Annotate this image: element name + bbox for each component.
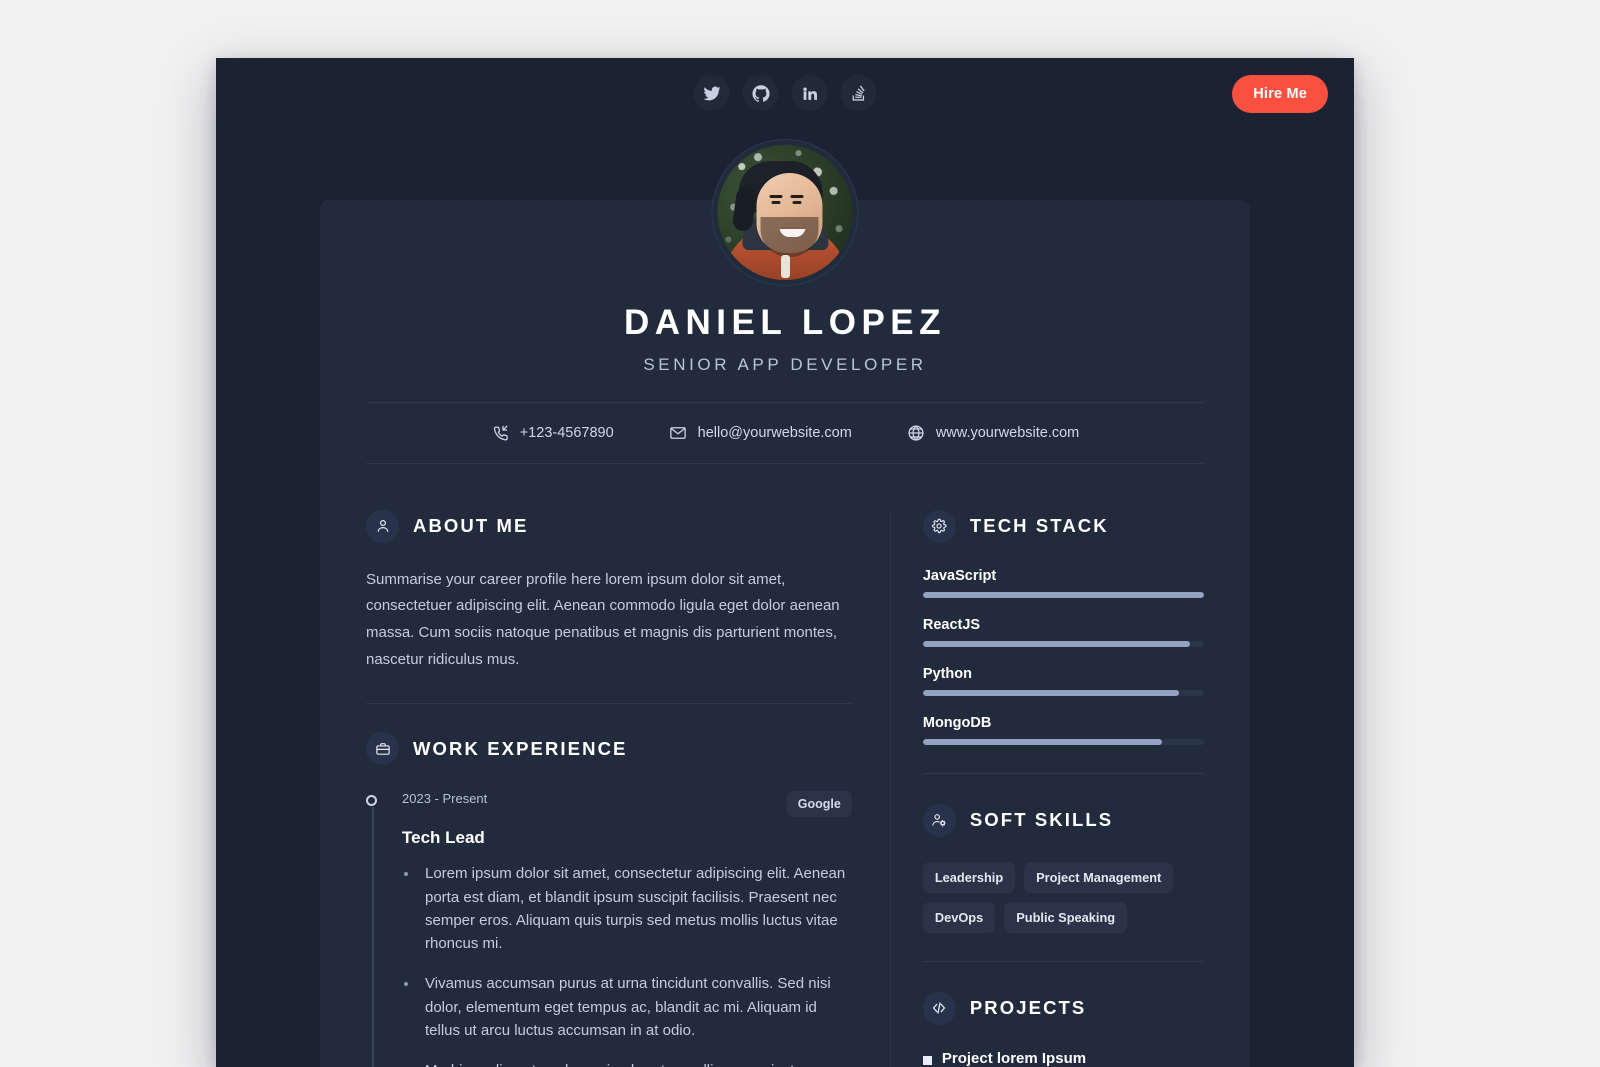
contact-website-value: www.yourwebsite.com bbox=[935, 424, 1080, 441]
page-title: DANIEL LOPEZ bbox=[623, 303, 947, 342]
users-gear-icon bbox=[922, 803, 956, 837]
soft-skills-list: Leadership Project Management DevOps Pub… bbox=[922, 861, 1204, 933]
briefcase-icon bbox=[366, 732, 399, 766]
skill-item: MongoDB bbox=[922, 714, 1204, 745]
contact-email-value: hello@yourwebsite.com bbox=[697, 424, 852, 441]
tech-stack-heading: TECH STACK bbox=[922, 509, 1204, 543]
soft-skill-chip[interactable]: Project Management bbox=[1024, 861, 1174, 893]
resume-card: DANIEL LOPEZ SENIOR APP DEVELOPER +123-4… bbox=[320, 140, 1250, 1067]
about-me-title: ABOUT ME bbox=[413, 515, 529, 536]
skill-fill bbox=[922, 738, 1162, 745]
skill-label: MongoDB bbox=[922, 714, 992, 731]
skill-item: JavaScript bbox=[922, 567, 1204, 598]
skill-label: JavaScript bbox=[922, 567, 997, 584]
work-experience-heading: WORK EXPERIENCE bbox=[366, 732, 852, 766]
stackoverflow-icon[interactable] bbox=[840, 75, 877, 111]
avatar-photo bbox=[717, 145, 853, 280]
skill-fill bbox=[922, 689, 1179, 696]
timeline-dot-icon bbox=[366, 795, 377, 807]
experience-item-header: 2023 - Present Google bbox=[402, 791, 852, 818]
hire-me-button[interactable]: Hire Me bbox=[1232, 75, 1328, 113]
timeline-line bbox=[372, 807, 374, 1067]
about-me-heading: ABOUT ME bbox=[366, 509, 852, 543]
soft-skills-heading: SOFT SKILLS bbox=[922, 803, 1204, 837]
work-experience-title: WORK EXPERIENCE bbox=[413, 737, 628, 759]
linkedin-icon[interactable] bbox=[791, 75, 828, 111]
avatar-eye-right bbox=[792, 201, 802, 204]
soft-skill-chip[interactable]: Public Speaking bbox=[1004, 901, 1128, 933]
browser-viewport: Hire Me DANIEL LOPEZ SENIOR APP DEVELOPE… bbox=[216, 58, 1354, 1067]
contact-email[interactable]: hello@yourwebsite.com bbox=[669, 424, 852, 442]
experience-role: Tech Lead bbox=[402, 828, 485, 848]
top-bar: Hire Me bbox=[216, 58, 1354, 135]
experience-date: 2023 - Present bbox=[402, 791, 488, 807]
experience-bullets: Lorem ipsum dolor sit amet, consectetur … bbox=[419, 862, 852, 1067]
phone-icon bbox=[491, 424, 509, 442]
experience-bullet: Lorem ipsum dolor sit amet, consectetur … bbox=[419, 862, 852, 955]
experience-bullet: Morbi condimentum, lorem in pharetra mol… bbox=[419, 1059, 852, 1067]
skill-item: ReactJS bbox=[922, 616, 1204, 647]
github-icon[interactable] bbox=[742, 75, 779, 111]
contact-phone-value: +123-4567890 bbox=[519, 424, 614, 441]
skill-fill bbox=[922, 591, 1204, 598]
projects-list: Project lorem Ipsum bbox=[922, 1049, 1204, 1067]
contact-strip: +123-4567890 hello@yourwebsite.com www.y… bbox=[366, 401, 1204, 464]
sidebar-column: TECH STACK JavaScript ReactJS Python Mon… bbox=[889, 509, 1204, 1067]
skill-fill bbox=[922, 640, 1190, 647]
projects-heading: PROJECTS bbox=[922, 991, 1204, 1025]
projects-title: PROJECTS bbox=[969, 997, 1087, 1018]
section-soft-skills: SOFT SKILLS Leadership Project Managemen… bbox=[922, 803, 1204, 933]
about-me-text: Summarise your career profile here lorem… bbox=[366, 570, 840, 668]
globe-icon bbox=[907, 424, 925, 442]
sidebar-divider bbox=[922, 772, 1204, 774]
main-column: ABOUT ME Summarise your career profile h… bbox=[366, 509, 890, 1067]
avatar-drawstring bbox=[780, 255, 790, 278]
skill-item: Python bbox=[922, 665, 1204, 696]
section-tech-stack: TECH STACK JavaScript ReactJS Python Mon… bbox=[922, 509, 1204, 745]
section-divider bbox=[366, 703, 852, 705]
project-item[interactable]: Project lorem Ipsum bbox=[922, 1049, 1204, 1067]
project-marker-icon bbox=[922, 1055, 932, 1065]
contact-website[interactable]: www.yourwebsite.com bbox=[907, 424, 1079, 442]
section-work-experience: WORK EXPERIENCE 2023 - Present Google Te… bbox=[366, 732, 852, 1067]
tech-stack-list: JavaScript ReactJS Python MongoDB bbox=[922, 567, 1204, 745]
avatar-brow-right bbox=[790, 195, 804, 198]
soft-skills-title: SOFT SKILLS bbox=[969, 809, 1114, 830]
experience-timeline: 2023 - Present Google Tech Lead Lorem ip… bbox=[366, 791, 852, 1067]
section-projects: PROJECTS Project lorem Ipsum bbox=[922, 991, 1204, 1067]
job-title: SENIOR APP DEVELOPER bbox=[643, 354, 927, 374]
tech-stack-title: TECH STACK bbox=[969, 515, 1109, 536]
soft-skill-chip[interactable]: DevOps bbox=[922, 901, 996, 933]
contact-phone[interactable]: +123-4567890 bbox=[491, 424, 614, 442]
user-icon bbox=[366, 509, 399, 543]
skill-label: Python bbox=[922, 665, 972, 682]
experience-item: 2023 - Present Google Tech Lead Lorem ip… bbox=[366, 791, 852, 1067]
twitter-icon[interactable] bbox=[693, 75, 730, 111]
skill-track bbox=[922, 689, 1204, 696]
soft-skill-chip[interactable]: Leadership bbox=[922, 861, 1016, 893]
skill-track bbox=[922, 640, 1204, 647]
project-name: Project lorem Ipsum bbox=[941, 1049, 1087, 1067]
sidebar-divider bbox=[922, 960, 1204, 962]
avatar-brow-left bbox=[769, 195, 783, 198]
skill-track bbox=[922, 591, 1204, 598]
social-links bbox=[693, 75, 877, 111]
skill-track bbox=[922, 738, 1204, 745]
avatar bbox=[712, 140, 858, 285]
gear-icon bbox=[922, 509, 956, 543]
section-about-me: ABOUT ME Summarise your career profile h… bbox=[366, 509, 852, 674]
skill-label: ReactJS bbox=[922, 616, 981, 633]
experience-company-badge: Google bbox=[786, 791, 852, 818]
code-icon bbox=[922, 991, 956, 1025]
avatar-eye-left bbox=[771, 201, 781, 204]
content-columns: ABOUT ME Summarise your career profile h… bbox=[320, 464, 1250, 1067]
experience-bullet: Vivamus accumsan purus at urna tincidunt… bbox=[419, 972, 852, 1042]
envelope-icon bbox=[669, 424, 687, 442]
